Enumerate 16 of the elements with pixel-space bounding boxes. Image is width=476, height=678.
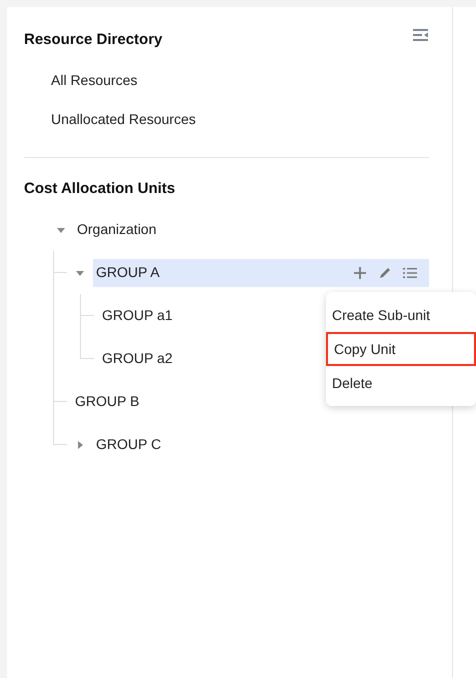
tree-node[interactable]: GROUP C [93, 430, 164, 458]
node-label: GROUP A [96, 263, 160, 282]
tree-node[interactable]: Organization [74, 216, 160, 244]
menu-item[interactable]: Delete [326, 366, 476, 400]
tree-node[interactable]: GROUP a2 [99, 344, 176, 372]
tree-node[interactable]: GROUP B [72, 388, 142, 416]
directory-item[interactable]: All Resources [51, 70, 138, 91]
tree-node[interactable]: GROUP A [93, 258, 429, 286]
section-title: Cost Allocation Units [24, 178, 176, 199]
section-title: Resource Directory [24, 30, 162, 50]
tree-node[interactable]: GROUP a1 [99, 302, 176, 330]
menu-item[interactable]: Create Sub-unit [326, 298, 476, 332]
collapse-icon[interactable] [413, 29, 428, 41]
menu-item[interactable]: Copy Unit [326, 332, 476, 366]
directory-item[interactable]: Unallocated Resources [51, 109, 196, 130]
plus-icon[interactable] [352, 264, 368, 280]
